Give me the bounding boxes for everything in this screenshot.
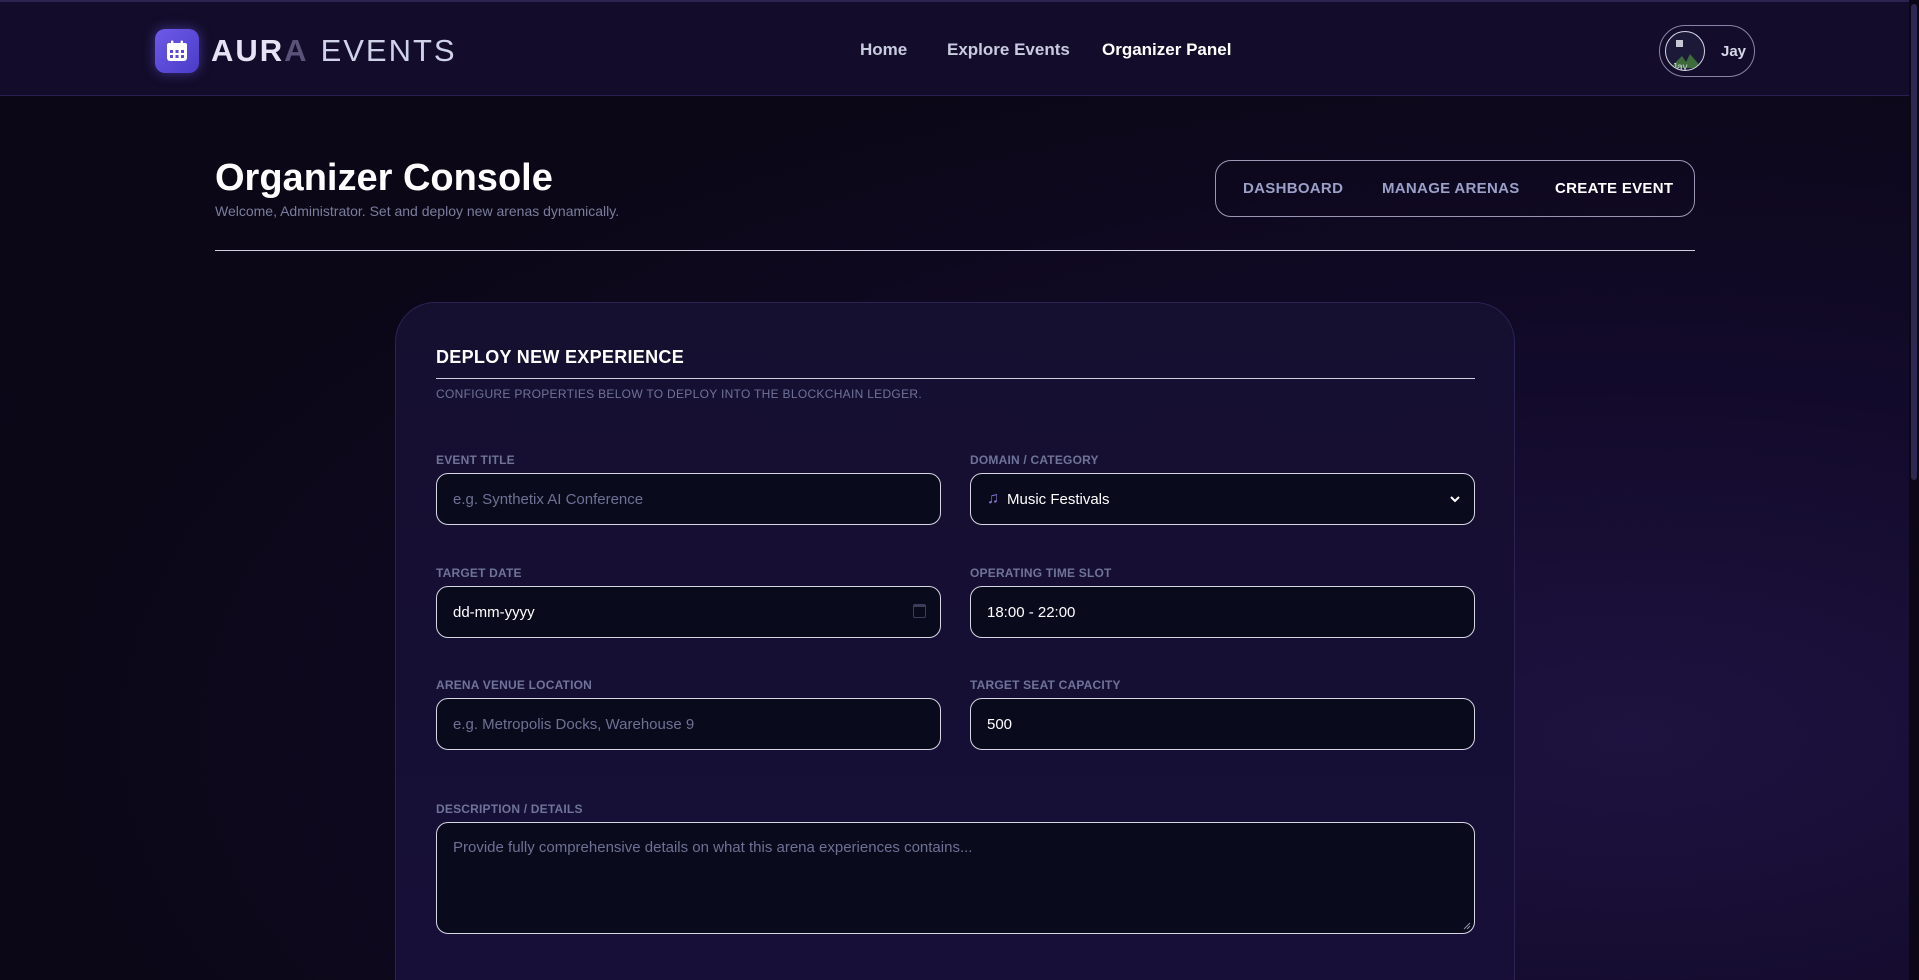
brand-name-fade: A (284, 33, 309, 68)
time-slot-input[interactable]: 18:00 - 22:00 (970, 586, 1475, 638)
form-title: DEPLOY NEW EXPERIENCE (436, 347, 685, 367)
brand-name-light: EVENTS (320, 33, 457, 68)
brand-name: AURA EVENTS (211, 33, 457, 69)
calendar-icon (155, 29, 199, 73)
event-title-placeholder: e.g. Synthetix AI Conference (453, 490, 644, 508)
nav-organizer-panel[interactable]: Organizer Panel (1102, 40, 1231, 60)
avatar-alt-text: Jay (1672, 62, 1688, 71)
nav-home[interactable]: Home (860, 40, 907, 60)
user-menu[interactable]: Jay Jay (1659, 25, 1755, 77)
category-value: Music Festivals (1007, 490, 1110, 508)
capacity-input[interactable]: 500 (970, 698, 1475, 750)
capacity-value: 500 (987, 715, 1013, 733)
avatar: Jay (1665, 31, 1705, 71)
deploy-form-card: DEPLOY NEW EXPERIENCE CONFIGURE PROPERTI… (395, 302, 1515, 980)
category-label: DOMAIN / CATEGORY (970, 453, 1099, 467)
time-slot-value: 18:00 - 22:00 (987, 603, 1076, 621)
capacity-label: TARGET SEAT CAPACITY (970, 678, 1121, 692)
date-value: dd-mm-yyyy (453, 603, 535, 621)
date-input[interactable]: dd-mm-yyyy (436, 586, 941, 638)
brand-logo[interactable]: AURA EVENTS (155, 29, 457, 73)
form-subtitle: CONFIGURE PROPERTIES BELOW TO DEPLOY INT… (436, 387, 922, 401)
tab-create-event[interactable]: CREATE EVENT (1555, 180, 1673, 197)
console-tabs: DASHBOARD MANAGE ARENAS CREATE EVENT (1215, 160, 1695, 217)
calendar-picker-icon[interactable] (913, 604, 926, 618)
category-select[interactable]: ♫ Music Festivals (970, 473, 1475, 525)
tab-dashboard[interactable]: DASHBOARD (1243, 180, 1343, 197)
nav-explore-events[interactable]: Explore Events (947, 40, 1070, 60)
date-label: TARGET DATE (436, 566, 522, 580)
page-scrollbar[interactable] (1909, 0, 1919, 980)
event-title-input[interactable]: e.g. Synthetix AI Conference (436, 473, 941, 525)
scrollbar-thumb[interactable] (1911, 4, 1917, 480)
venue-input[interactable]: e.g. Metropolis Docks, Warehouse 9 (436, 698, 941, 750)
resize-handle-icon[interactable] (1463, 922, 1471, 930)
chevron-down-icon (1450, 496, 1460, 503)
user-name: Jay (1721, 42, 1747, 60)
top-navbar: AURA EVENTS Home Explore Events Organizer… (0, 0, 1919, 96)
description-textarea[interactable]: Provide fully comprehensive details on w… (436, 822, 1475, 934)
venue-label: ARENA VENUE LOCATION (436, 678, 593, 692)
description-label: DESCRIPTION / DETAILS (436, 802, 583, 816)
form-title-divider (436, 378, 1475, 379)
tab-manage-arenas[interactable]: MANAGE ARENAS (1382, 180, 1520, 197)
venue-placeholder: e.g. Metropolis Docks, Warehouse 9 (453, 715, 695, 733)
brand-name-bold: AUR (211, 33, 285, 68)
time-slot-label: OPERATING TIME SLOT (970, 566, 1112, 580)
description-placeholder: Provide fully comprehensive details on w… (453, 839, 973, 856)
page-title: Organizer Console (215, 157, 553, 199)
header-divider (215, 250, 1695, 251)
music-note-icon: ♫ (987, 490, 999, 507)
page-subtitle: Welcome, Administrator. Set and deploy n… (215, 203, 620, 219)
event-title-label: EVENT TITLE (436, 453, 515, 467)
